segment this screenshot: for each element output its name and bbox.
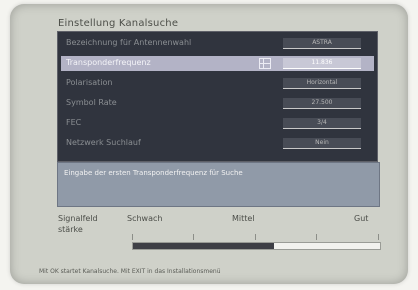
menu-row-network-search[interactable]: Netzwerk Suchlauf Nein <box>61 136 374 151</box>
help-text: Eingabe der ersten Transponderfrequenz f… <box>64 169 243 177</box>
menu-row-label: Netzwerk Suchlauf <box>66 138 141 147</box>
footer-hint: Mit OK startet Kanalsuche. Mit EXIT in d… <box>39 268 221 275</box>
signal-strength-bar <box>132 242 381 250</box>
menu-row-label: Bezeichnung für Antennenwahl <box>66 38 192 47</box>
numeric-keypad-icon <box>259 58 271 69</box>
menu-row-value[interactable]: 11.836 <box>283 58 361 69</box>
menu-row-label: FEC <box>66 118 82 127</box>
menu-row-label: Symbol Rate <box>66 98 117 107</box>
menu-row-value[interactable]: Horizontal <box>283 78 361 89</box>
menu-row-fec[interactable]: FEC 3/4 <box>61 116 374 131</box>
menu-row-label: Polarisation <box>66 78 113 87</box>
menu-row-value[interactable]: ASTRA <box>283 38 361 49</box>
signal-strength-label: Signalfeld <box>58 214 98 223</box>
signal-tick <box>193 234 194 240</box>
screen-title: Einstellung Kanalsuche <box>58 18 179 29</box>
menu-row-polarisation[interactable]: Polarisation Horizontal <box>61 76 374 91</box>
signal-tick <box>316 234 317 240</box>
menu-row-value[interactable]: Nein <box>283 138 361 149</box>
menu-row-antenna-name[interactable]: Bezeichnung für Antennenwahl ASTRA <box>61 36 374 51</box>
signal-tick <box>255 234 256 240</box>
signal-scale-mid: Mittel <box>232 214 255 223</box>
menu-row-label: Transponderfrequenz <box>66 58 151 67</box>
signal-scale-high: Gut <box>354 214 369 223</box>
signal-tick <box>378 234 379 240</box>
signal-strength-label-2: stärke <box>58 225 83 234</box>
channel-search-menu: Bezeichnung für Antennenwahl ASTRA Trans… <box>57 31 378 162</box>
menu-row-transponder-frequency[interactable]: Transponderfrequenz 11.836 <box>61 56 374 71</box>
signal-tick <box>132 234 133 240</box>
tv-screen: Einstellung Kanalsuche Bezeichnung für A… <box>10 4 408 284</box>
signal-strength-fill <box>133 243 274 249</box>
help-box: Eingabe der ersten Transponderfrequenz f… <box>57 162 380 207</box>
signal-scale-low: Schwach <box>127 214 163 223</box>
menu-row-value[interactable]: 3/4 <box>283 118 361 129</box>
menu-row-value[interactable]: 27.500 <box>283 98 361 109</box>
menu-row-symbol-rate[interactable]: Symbol Rate 27.500 <box>61 96 374 111</box>
